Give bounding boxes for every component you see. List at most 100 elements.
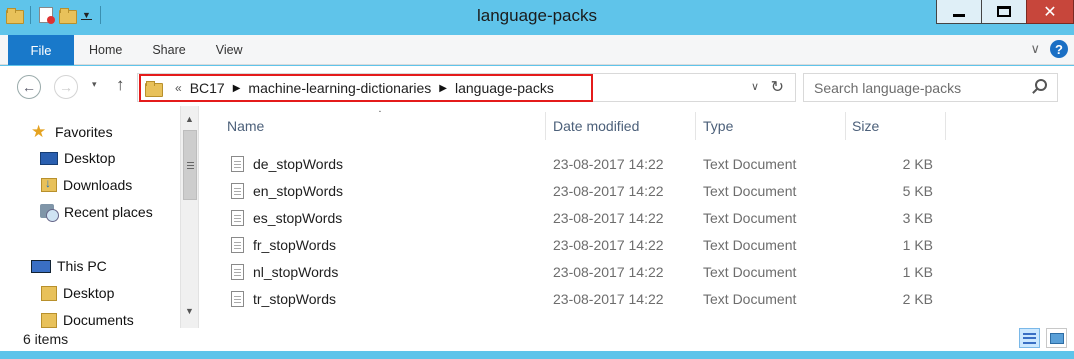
file-name-cell: de_stopWords xyxy=(209,155,546,172)
file-name-cell: nl_stopWords xyxy=(209,263,546,280)
nav-item-recent-places[interactable]: Recent places xyxy=(40,204,153,222)
breadcrumb-arrow-icon[interactable]: ▶ xyxy=(233,83,241,94)
breadcrumb-overflow[interactable]: « xyxy=(175,81,182,95)
file-date: 23-08-2017 14:22 xyxy=(553,209,664,226)
nav-item-label: Desktop xyxy=(63,285,115,301)
navigation-pane: ★ Favorites Desktop Downloads Recent pla… xyxy=(0,106,180,328)
file-size: 2 KB xyxy=(902,155,933,172)
up-button[interactable]: ↑ xyxy=(116,75,125,95)
expand-ribbon-icon[interactable]: ∨ xyxy=(1030,41,1040,57)
downloads-icon xyxy=(41,176,57,192)
file-row[interactable]: nl_stopWords 23-08-2017 14:22 Text Docum… xyxy=(209,258,933,285)
breadcrumb-item-machine-learning-dictionaries[interactable]: machine-learning-dictionaries xyxy=(248,80,431,96)
desktop-folder-icon xyxy=(41,285,57,301)
file-name-cell: en_stopWords xyxy=(209,182,546,199)
file-date: 23-08-2017 14:22 xyxy=(553,182,664,199)
nav-item-label: Favorites xyxy=(55,124,113,140)
ribbon: File Home Share View ∨ ? xyxy=(0,35,1074,65)
nav-item-documents[interactable]: Documents xyxy=(41,312,134,328)
file-name-cell: fr_stopWords xyxy=(209,236,546,253)
scrollbar-thumb[interactable] xyxy=(183,130,197,200)
file-row[interactable]: tr_stopWords 23-08-2017 14:22 Text Docum… xyxy=(209,285,933,312)
tab-view[interactable]: View xyxy=(201,35,258,65)
file-type: Text Document xyxy=(703,209,797,226)
window-controls: ✕ xyxy=(936,0,1074,24)
forward-button[interactable]: → xyxy=(54,75,78,99)
scroll-up-arrow-icon[interactable]: ▲ xyxy=(185,114,194,124)
file-name: tr_stopWords xyxy=(253,290,336,307)
grip-icon xyxy=(186,161,194,169)
file-name-cell: es_stopWords xyxy=(209,209,546,226)
file-row[interactable]: de_stopWords 23-08-2017 14:22 Text Docum… xyxy=(209,150,933,177)
nav-item-desktop[interactable]: Desktop xyxy=(40,150,115,166)
column-headers: Name Date modified Type Size xyxy=(209,112,946,140)
file-name: de_stopWords xyxy=(253,155,344,172)
file-row[interactable]: es_stopWords 23-08-2017 14:22 Text Docum… xyxy=(209,204,933,231)
nav-item-pc-desktop[interactable]: Desktop xyxy=(41,285,114,301)
minimize-icon xyxy=(953,14,965,17)
nav-item-label: Documents xyxy=(63,312,134,328)
scroll-down-arrow-icon[interactable]: ▼ xyxy=(185,306,194,316)
nav-item-downloads[interactable]: Downloads xyxy=(41,176,132,193)
file-type: Text Document xyxy=(703,290,797,307)
help-icon[interactable]: ? xyxy=(1050,40,1068,58)
details-view-icon xyxy=(1023,332,1036,344)
breadcrumb-arrow-icon[interactable]: ▶ xyxy=(439,83,447,94)
tab-share[interactable]: Share xyxy=(137,35,200,65)
title-bar: ▼ language-packs ✕ xyxy=(0,0,1074,35)
close-icon: ✕ xyxy=(1043,3,1057,21)
minimize-button[interactable] xyxy=(936,0,982,24)
breadcrumb-item-language-packs[interactable]: language-packs xyxy=(455,80,554,96)
maximize-icon xyxy=(997,6,1011,17)
file-size: 1 KB xyxy=(902,236,933,253)
item-count: 6 items xyxy=(23,331,69,347)
search-input[interactable]: Search language-packs xyxy=(803,73,1058,102)
nav-item-label: Desktop xyxy=(64,150,116,166)
content-area: ★ Favorites Desktop Downloads Recent pla… xyxy=(0,106,1074,328)
file-row[interactable]: fr_stopWords 23-08-2017 14:22 Text Docum… xyxy=(209,231,933,258)
text-document-icon xyxy=(231,155,244,172)
search-icon[interactable] xyxy=(1035,79,1047,91)
details-view-button[interactable] xyxy=(1019,328,1040,348)
column-header-name[interactable]: Name xyxy=(209,112,546,140)
file-date: 23-08-2017 14:22 xyxy=(553,236,664,253)
file-type: Text Document xyxy=(703,263,797,280)
folder-icon xyxy=(145,81,163,97)
column-header-type[interactable]: Type xyxy=(696,112,846,140)
address-history-dropdown-icon[interactable]: ∨ xyxy=(751,80,759,93)
desktop-icon xyxy=(40,151,58,165)
view-switcher xyxy=(1019,328,1067,348)
back-button[interactable]: ← xyxy=(17,75,41,99)
file-type: Text Document xyxy=(703,155,797,172)
documents-folder-icon xyxy=(41,312,57,328)
recent-locations-dropdown-icon[interactable]: ▾ xyxy=(92,79,97,90)
file-size: 1 KB xyxy=(902,263,933,280)
tab-home[interactable]: Home xyxy=(74,35,137,65)
file-size: 3 KB xyxy=(902,209,933,226)
maximize-button[interactable] xyxy=(981,0,1027,24)
column-header-size[interactable]: Size xyxy=(846,112,946,140)
text-document-icon xyxy=(231,290,244,307)
navigation-pane-scrollbar[interactable]: ▲ ▼ xyxy=(180,106,199,328)
large-icons-view-button[interactable] xyxy=(1046,328,1067,348)
column-header-date-modified[interactable]: Date modified xyxy=(546,112,696,140)
close-button[interactable]: ✕ xyxy=(1026,0,1074,24)
breadcrumb-item-bc17[interactable]: BC17 xyxy=(190,80,225,96)
star-icon: ★ xyxy=(31,122,47,141)
file-size: 2 KB xyxy=(902,290,933,307)
large-icons-view-icon xyxy=(1049,332,1064,344)
refresh-icon[interactable]: ↻ xyxy=(771,77,784,97)
file-name: nl_stopWords xyxy=(253,263,339,280)
address-bar[interactable]: « BC17 ▶ machine-learning-dictionaries ▶… xyxy=(137,73,796,102)
nav-item-favorites[interactable]: ★ Favorites xyxy=(31,122,113,142)
file-name: en_stopWords xyxy=(253,182,344,199)
file-size: 5 KB xyxy=(902,182,933,199)
status-bar: 6 items xyxy=(0,328,1074,351)
search-placeholder: Search language-packs xyxy=(814,80,962,96)
file-date: 23-08-2017 14:22 xyxy=(553,155,664,172)
file-row[interactable]: en_stopWords 23-08-2017 14:22 Text Docum… xyxy=(209,177,933,204)
tab-file[interactable]: File xyxy=(8,35,74,65)
breadcrumb: « BC17 ▶ machine-learning-dictionaries ▶… xyxy=(139,74,593,102)
nav-item-label: This PC xyxy=(57,258,107,274)
nav-item-this-pc[interactable]: This PC xyxy=(31,258,107,274)
